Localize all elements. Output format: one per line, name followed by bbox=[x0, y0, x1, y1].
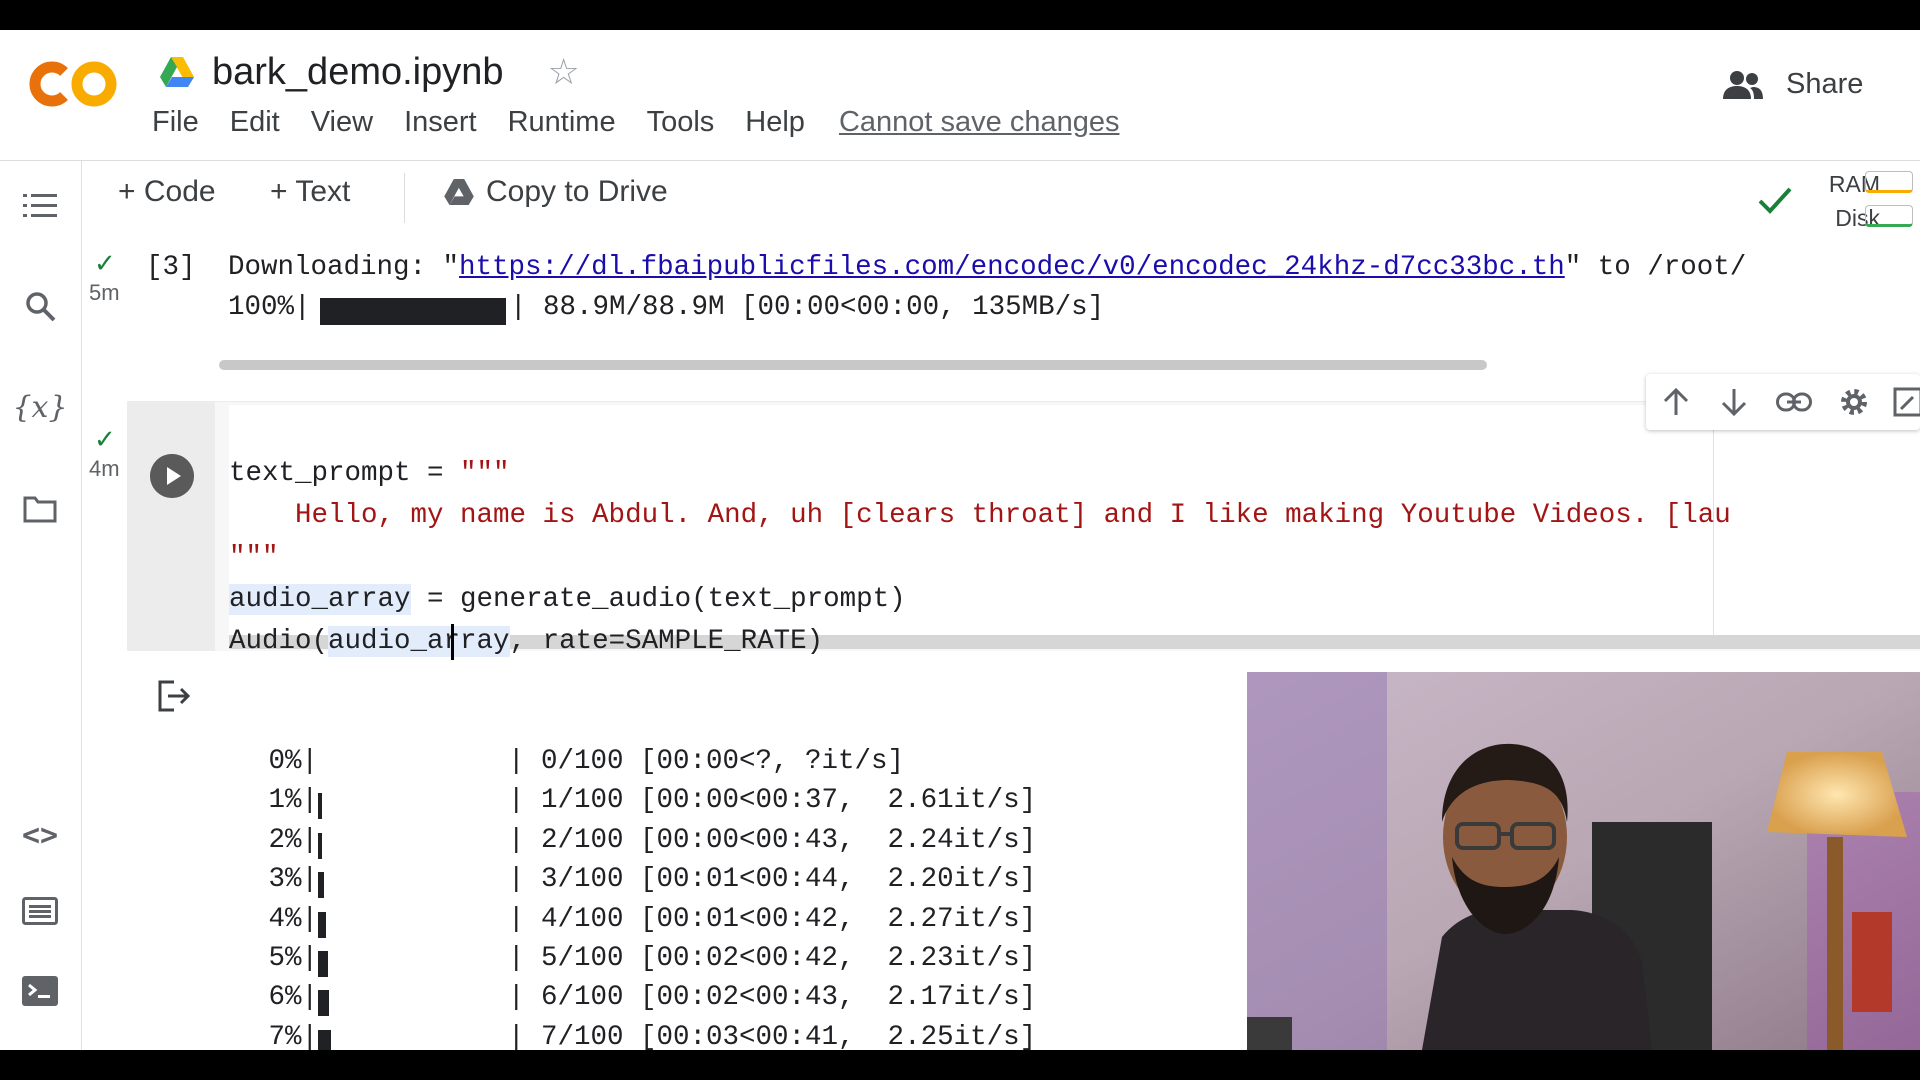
code-line-1: text_prompt = """ bbox=[229, 458, 510, 489]
cell-toolbar bbox=[1646, 374, 1920, 430]
menu-file[interactable]: File bbox=[152, 106, 199, 139]
cell-exec-count: [3] bbox=[146, 252, 196, 283]
notebook-title[interactable]: bark_demo.ipynb bbox=[212, 51, 504, 94]
text-cursor bbox=[451, 624, 454, 660]
left-sidebar: {x} <> bbox=[0, 161, 82, 1050]
variables-icon[interactable]: {x} bbox=[12, 387, 67, 427]
move-down-icon[interactable] bbox=[1714, 384, 1754, 420]
toolbar-divider bbox=[404, 173, 405, 223]
progress-stats: | 6/100 [00:02<00:43, 2.17it/s] bbox=[508, 982, 1037, 1014]
code-snippets-icon[interactable]: <> bbox=[20, 815, 60, 855]
google-drive-icon bbox=[160, 57, 194, 87]
code-token: , rate=SAMPLE_RATE) bbox=[509, 626, 824, 657]
cell-success-icon: ✓ bbox=[94, 248, 116, 278]
copy-to-drive-button[interactable]: Copy to Drive bbox=[444, 175, 668, 209]
colab-logo[interactable] bbox=[28, 54, 120, 114]
progress-bar-fill bbox=[318, 911, 326, 938]
code-line-3: """ bbox=[229, 542, 279, 573]
share-button[interactable]: Share bbox=[1722, 68, 1863, 101]
run-cell-button[interactable] bbox=[150, 454, 194, 498]
cell-exec-time: 5m bbox=[89, 280, 120, 305]
cell-exec-time: 4m bbox=[89, 456, 120, 481]
menu-help[interactable]: Help bbox=[745, 106, 805, 139]
progress-percent: 0%| bbox=[268, 746, 318, 777]
terminal-icon[interactable] bbox=[20, 971, 60, 1011]
progress-stats: | 7/100 [00:03<00:41, 2.25it/s] bbox=[508, 1021, 1037, 1050]
add-code-button[interactable]: + Code bbox=[118, 175, 216, 209]
code-line-5: Audio(audio_array, rate=SAMPLE_RATE) bbox=[229, 626, 823, 657]
progress-stats: | 1/100 [00:00<00:37, 2.61it/s] bbox=[508, 785, 1037, 817]
search-icon[interactable] bbox=[20, 286, 60, 326]
progress-percent: 7%| bbox=[268, 1021, 318, 1050]
progress-percent: 3%| bbox=[268, 864, 318, 896]
progress-stats: | 5/100 [00:02<00:42, 2.23it/s] bbox=[508, 943, 1037, 974]
mirror-cell-icon[interactable] bbox=[1888, 384, 1920, 420]
progress-bar-fill bbox=[318, 832, 322, 859]
disk-meter bbox=[1865, 205, 1913, 227]
code-token-highlight: audio_array bbox=[328, 626, 510, 657]
ram-meter bbox=[1865, 171, 1913, 193]
menu-insert[interactable]: Insert bbox=[404, 106, 477, 139]
menu-edit[interactable]: Edit bbox=[230, 106, 280, 139]
code-token: Audio( bbox=[229, 626, 329, 657]
notebook-toolbar: + Code + Text Copy to Drive RAM Disk bbox=[82, 161, 1920, 231]
copy-to-drive-label: Copy to Drive bbox=[486, 175, 668, 208]
title-row: bark_demo.ipynb ☆ bbox=[160, 42, 580, 102]
progress-percent: 6%| bbox=[268, 982, 318, 1014]
link-icon[interactable] bbox=[1774, 384, 1814, 420]
code-line-2: Hello, my name is Abdul. And, uh [clears… bbox=[229, 500, 1731, 531]
menu-bar: File Edit View Insert Runtime Tools Help… bbox=[152, 106, 1119, 139]
move-up-icon[interactable] bbox=[1656, 384, 1696, 420]
progress-stats: | 4/100 [00:01<00:42, 2.27it/s] bbox=[508, 903, 1037, 935]
progress-percent: 2%| bbox=[268, 824, 318, 856]
connected-check-icon[interactable] bbox=[1757, 185, 1793, 215]
share-label: Share bbox=[1786, 68, 1864, 100]
progress-bar-fill bbox=[318, 793, 322, 820]
progress-stats: | 2/100 [00:00<00:43, 2.24it/s] bbox=[508, 824, 1037, 856]
progress-bar-fill bbox=[318, 951, 328, 977]
menu-tools[interactable]: Tools bbox=[647, 106, 715, 139]
cell-success-icon: ✓ bbox=[94, 424, 116, 454]
progress-stats: | 3/100 [00:01<00:44, 2.20it/s] bbox=[508, 864, 1037, 896]
table-of-contents-icon[interactable] bbox=[20, 186, 60, 226]
download-progress-bar bbox=[320, 298, 506, 325]
cell-gutter bbox=[127, 401, 215, 651]
code-token: text_prompt = bbox=[229, 458, 461, 489]
download-progress-pct: 100%| bbox=[228, 292, 311, 323]
progress-percent: 1%| bbox=[268, 785, 318, 817]
progress-bar-fill bbox=[318, 1029, 331, 1050]
progress-bar-fill bbox=[318, 872, 324, 899]
code-token-highlight: audio_array bbox=[229, 584, 411, 615]
code-line-4: audio_array = generate_audio(text_prompt… bbox=[229, 584, 906, 615]
star-icon[interactable]: ☆ bbox=[548, 51, 580, 93]
download-suffix: " to /root/ bbox=[1564, 252, 1747, 283]
webcam-overlay bbox=[1247, 672, 1920, 1050]
gear-icon[interactable] bbox=[1834, 384, 1874, 420]
colab-window: bark_demo.ipynb ☆ File Edit View Insert … bbox=[0, 30, 1920, 1050]
command-palette-icon[interactable] bbox=[20, 891, 60, 931]
code-token: = generate_audio(text_prompt) bbox=[410, 584, 906, 615]
download-line: Downloading: "https://dl.fbaipublicfiles… bbox=[228, 252, 1746, 283]
download-prefix: Downloading: " bbox=[228, 252, 460, 283]
people-icon bbox=[1723, 70, 1763, 99]
progress-stats: | 0/100 [00:00<?, ?it/s] bbox=[508, 746, 905, 777]
download-progress-rest: | 88.9M/88.9M [00:00<00:00, 135MB/s] bbox=[510, 292, 1105, 323]
menu-view[interactable]: View bbox=[311, 106, 373, 139]
files-icon[interactable] bbox=[20, 489, 60, 529]
drive-icon bbox=[444, 179, 474, 205]
save-warning-link[interactable]: Cannot save changes bbox=[839, 106, 1120, 139]
progress-percent: 5%| bbox=[268, 943, 318, 974]
code-string: """ bbox=[460, 458, 510, 489]
menu-runtime[interactable]: Runtime bbox=[508, 106, 616, 139]
add-text-button[interactable]: + Text bbox=[270, 175, 350, 209]
output-actions-icon[interactable] bbox=[156, 678, 192, 714]
progress-bar-fill bbox=[318, 990, 329, 1017]
download-url-link[interactable]: https://dl.fbaipublicfiles.com/encodec/v… bbox=[459, 252, 1565, 283]
progress-percent: 4%| bbox=[268, 903, 318, 935]
output-horizontal-scrollbar[interactable] bbox=[219, 360, 1487, 370]
